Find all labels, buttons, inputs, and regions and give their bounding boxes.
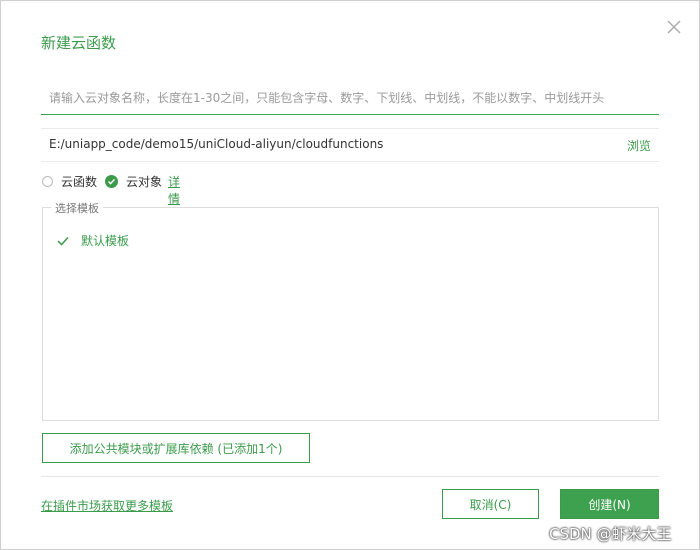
create-button[interactable]: 创建(N)	[560, 489, 659, 519]
details-link[interactable]: 详情	[168, 173, 180, 207]
add-module-button[interactable]: 添加公共模块或扩展库依赖 (已添加1个)	[42, 433, 310, 463]
radio-unchecked-icon	[42, 176, 53, 187]
template-item-default[interactable]: 默认模板	[57, 232, 129, 249]
path-row: E:/uniapp_code/demo15/uniCloud-aliyun/cl…	[41, 128, 659, 162]
template-legend: 选择模板	[51, 200, 103, 216]
watermark: CSDN @虾米大王	[549, 525, 672, 543]
object-name-input[interactable]	[41, 81, 659, 115]
cancel-button[interactable]: 取消(C)	[442, 489, 539, 519]
radio-cloud-object[interactable]: 云对象	[105, 173, 162, 190]
radio-cloud-function-label: 云函数	[61, 175, 98, 189]
template-fieldset: 选择模板 默认模板	[42, 200, 659, 421]
dialog-title: 新建云函数	[41, 34, 117, 52]
check-icon	[57, 236, 69, 246]
new-cloud-function-dialog: 新建云函数 E:/uniapp_code/demo15/uniCloud-ali…	[0, 0, 700, 550]
template-item-label: 默认模板	[81, 234, 130, 248]
close-icon[interactable]	[665, 18, 683, 36]
plugin-market-link[interactable]: 在插件市场获取更多模板	[41, 497, 173, 514]
path-field[interactable]: E:/uniapp_code/demo15/uniCloud-aliyun/cl…	[49, 137, 383, 151]
browse-button[interactable]: 浏览	[627, 137, 651, 154]
radio-cloud-function[interactable]: 云函数	[42, 173, 97, 190]
footer-divider	[41, 476, 659, 477]
radio-cloud-object-label: 云对象	[126, 175, 163, 189]
radio-checked-icon	[105, 175, 118, 188]
